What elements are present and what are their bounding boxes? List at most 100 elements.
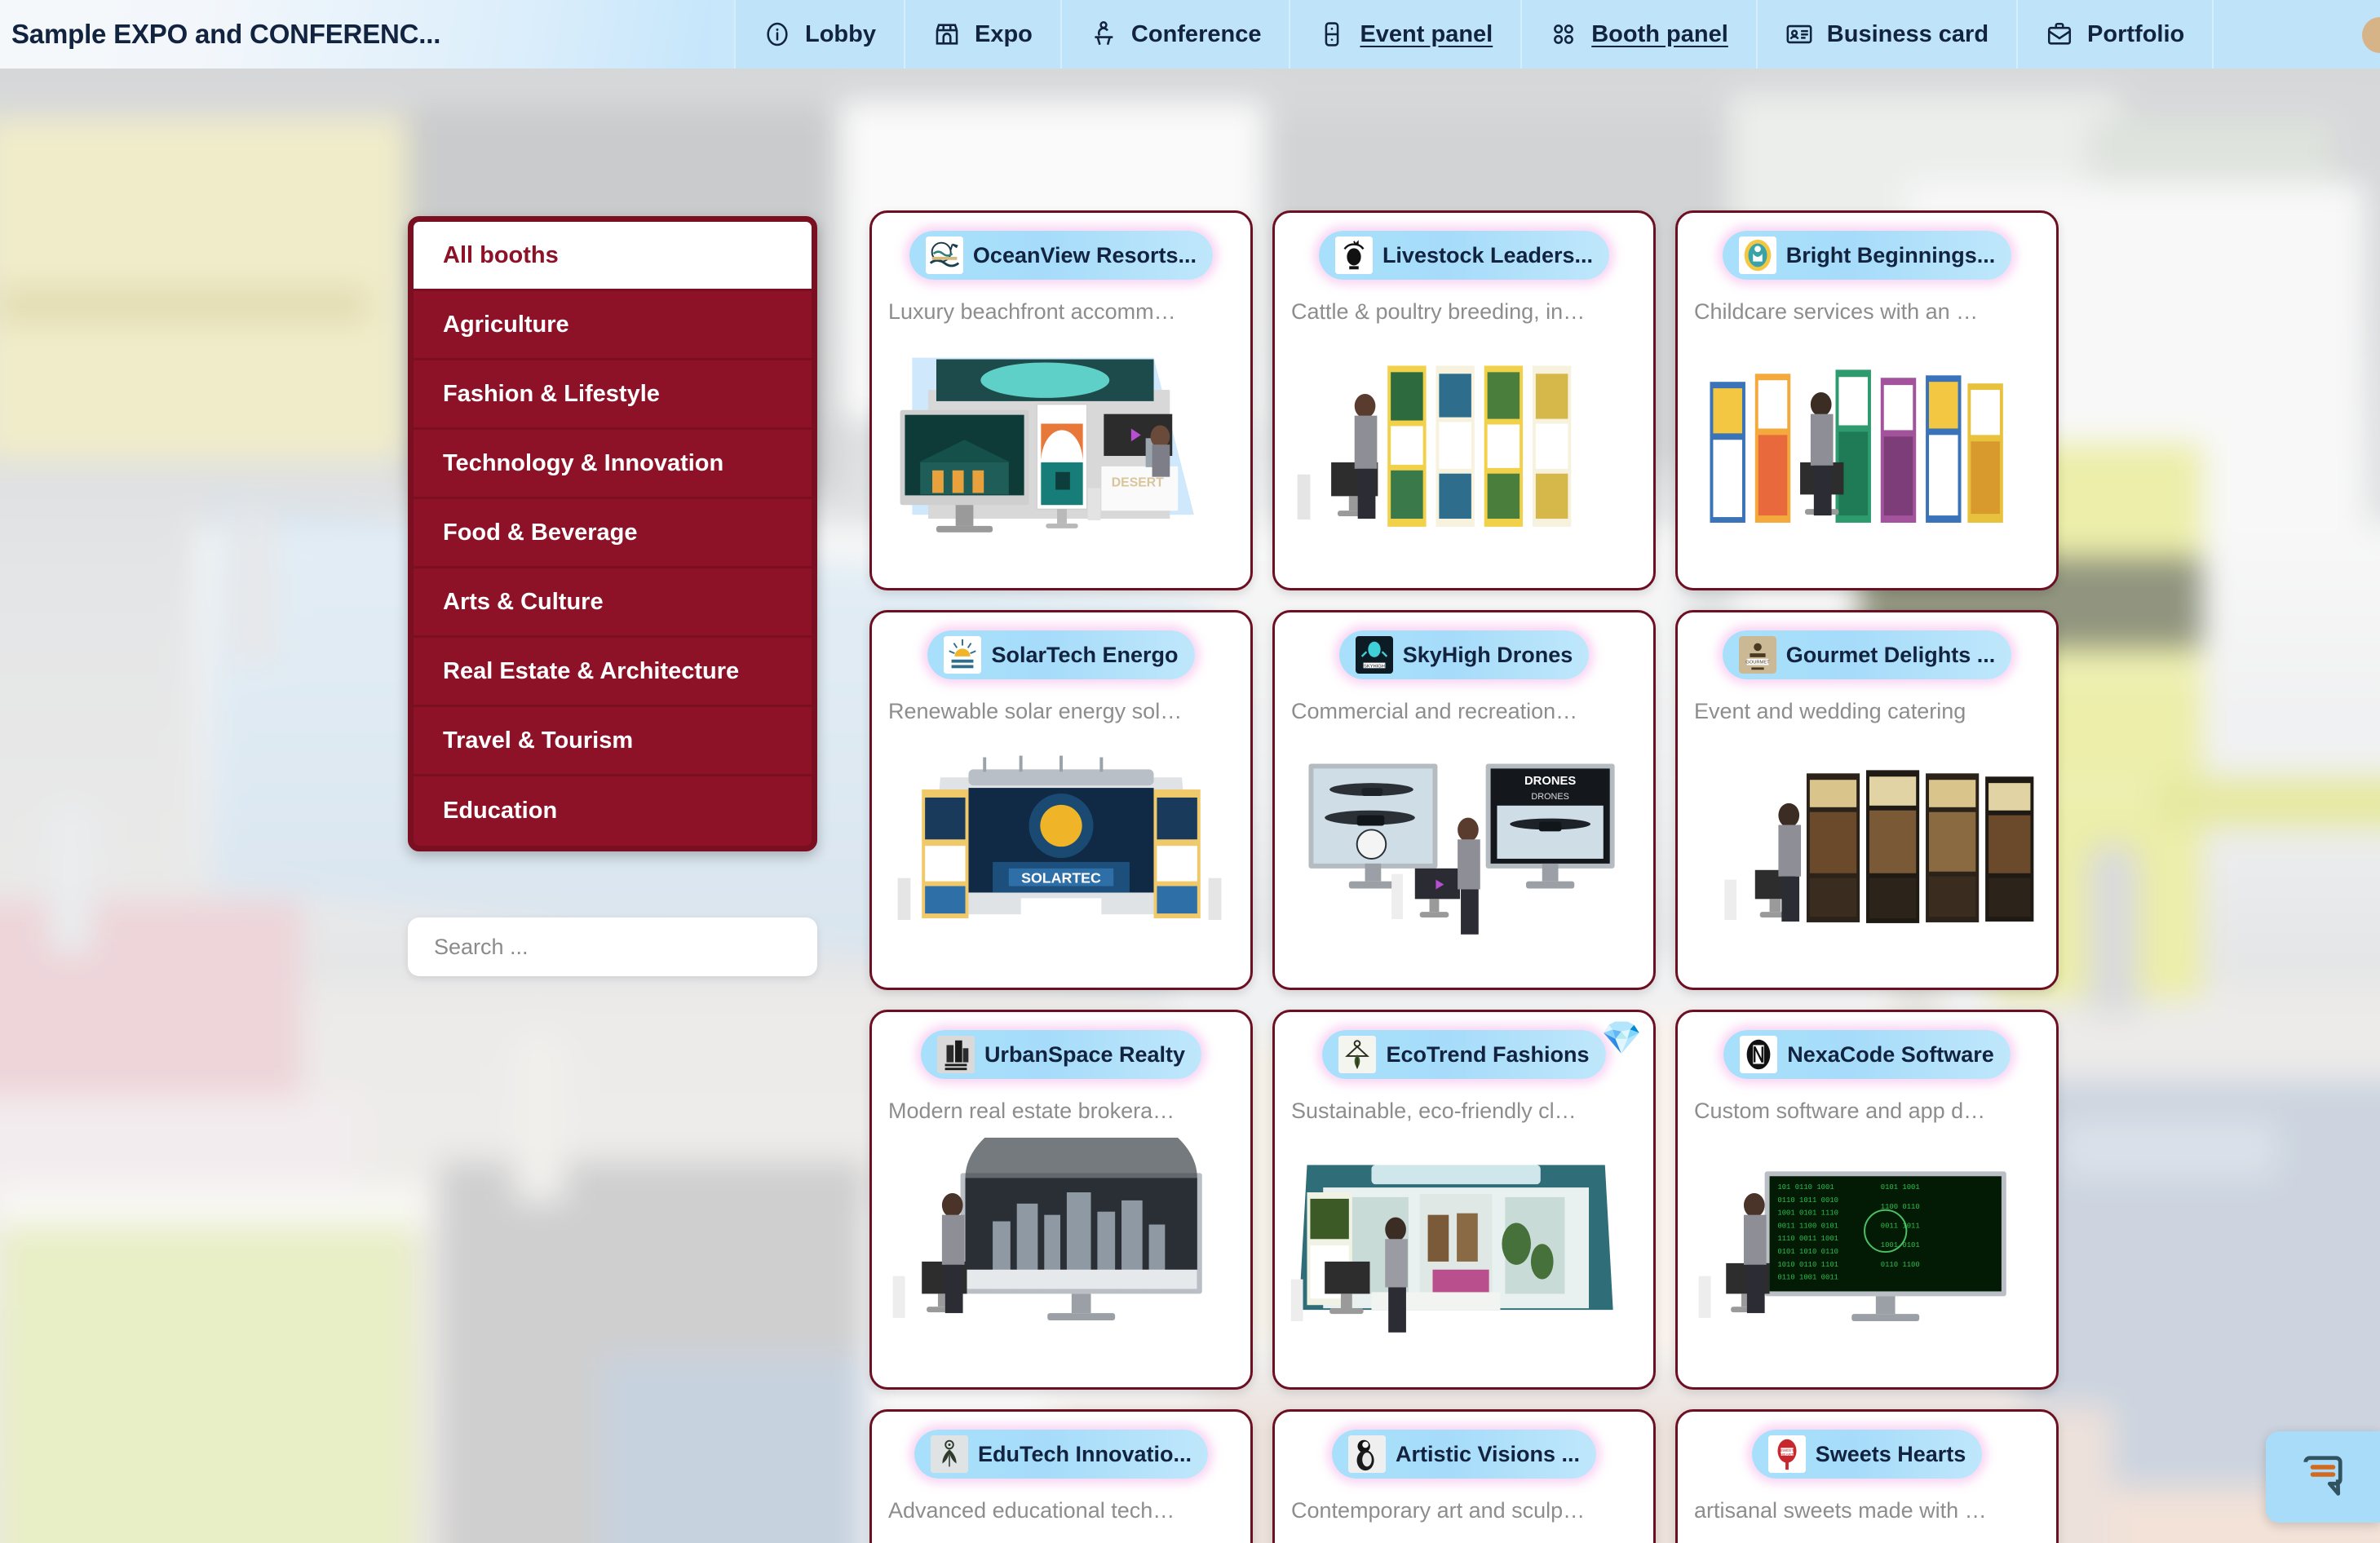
booth-name: Bright Beginnings... [1785,242,1996,267]
booth-description: Childcare services with an … [1694,299,1979,324]
artistic-logo-icon [1347,1435,1386,1473]
svg-text:GOURMET: GOURMET [1745,661,1770,665]
booth-card[interactable]: Bright Beginnings... Childcare services … [1675,210,2059,590]
booth-header: SolarTech Energo [927,630,1195,679]
nav-label: Event panel [1360,20,1493,47]
booth-description: Contemporary art and sculp… [1291,1498,1586,1523]
booth-card[interactable]: EduTech Innovatio... Advanced educationa… [869,1409,1253,1543]
nav-item-event-panel[interactable]: Event panel [1289,0,1521,69]
svg-text:SKYHIGH: SKYHIGH [1364,664,1385,669]
nav-label: Business card [1826,20,1989,47]
nav-item-booth-panel[interactable]: Booth panel [1520,0,1756,69]
booth-header: UrbanSpace Realty [920,1030,1202,1079]
avatar[interactable] [2362,17,2380,53]
category-item-arts-culture[interactable]: Arts & Culture [414,568,812,638]
booth-description: Commercial and recreation… [1291,699,1578,723]
edutech-logo-icon [930,1435,968,1473]
livestock-logo-icon [1334,237,1373,274]
booth-card[interactable]: Artistic Visions ... Contemporary art an… [1272,1409,1656,1543]
category-item-food-beverage[interactable]: Food & Beverage [414,499,812,568]
app-root: Sample EXPO and CONFERENC... Lobby Expo … [0,0,2380,1543]
svg-text:1110 0011 1001: 1110 0011 1001 [1777,1235,1838,1243]
booth-preview-image: SOLARTEC [872,738,1250,983]
category-item-education[interactable]: Education [414,776,812,846]
svg-text:0101 1010 0110: 0101 1010 0110 [1777,1248,1838,1256]
gourmet-logo-icon: GOURMET [1738,636,1776,674]
booth-description: Event and wedding catering [1694,699,1966,723]
booth-preview-image [1275,1138,1653,1382]
sweets-logo-icon: SWEET HEART [1767,1435,1806,1473]
booth-description: Cattle & poultry breeding, in… [1291,299,1586,324]
booth-card[interactable]: 💎 EcoTrend Fashions Sustainable, eco-fri… [1272,1010,1656,1390]
booth-card[interactable]: NexaCode Software Custom software and ap… [1675,1010,2059,1390]
booth-preview-image [1275,1537,1653,1543]
svg-text:0110 1011 0010: 0110 1011 0010 [1777,1196,1838,1205]
nav-label: Booth panel [1591,20,1728,47]
nav-item-lobby[interactable]: Lobby [734,0,904,69]
booth-card[interactable]: GOURMET Gourmet Delights ... Event and w… [1675,610,2059,990]
chat-bubble-icon [2298,1451,2347,1504]
urbanspace-logo-icon [936,1036,975,1073]
nexacode-logo-icon [1740,1036,1778,1073]
booth-header: SKYHIGH SkyHigh Drones [1338,630,1590,679]
booth-preview-image: DESERT [872,338,1250,583]
svg-text:SOLARTEC: SOLARTEC [1021,870,1101,886]
chat-widget-button[interactable] [2266,1431,2380,1523]
booth-preview-image: 101 0110 1001 0110 1011 0010 1001 0101 11… [1678,1138,2056,1382]
storefront-icon [933,20,961,48]
category-item-all-booths[interactable]: All booths [414,222,812,291]
booth-preview-image: DRONES DRONES [1275,738,1653,983]
category-item-agriculture[interactable]: Agriculture [414,291,812,360]
booth-card[interactable]: SolarTech Energo Renewable solar energy … [869,610,1253,990]
category-item-real-estate-architecture[interactable]: Real Estate & Architecture [414,638,812,707]
category-label: All booths [443,241,559,268]
booth-header: SWEET HEART Sweets Hearts [1751,1430,1983,1479]
booth-header: NexaCode Software [1723,1030,2011,1079]
category-label: Arts & Culture [443,588,604,615]
booth-name: SolarTech Energo [991,642,1179,667]
category-item-travel-tourism[interactable]: Travel & Tourism [414,707,812,776]
ecotrend-logo-icon [1338,1036,1377,1073]
nav-spacer [711,0,734,69]
booth-description: Renewable solar energy sol… [888,699,1183,723]
booth-description: artisanal sweets made with … [1694,1498,1987,1523]
booth-card[interactable]: Livestock Leaders... Cattle & poultry br… [1272,210,1656,590]
booth-preview-image [1678,1537,2056,1543]
svg-text:0110 1001 0011: 0110 1001 0011 [1777,1274,1838,1282]
briefcase-icon [2046,20,2073,48]
booth-header: Livestock Leaders... [1318,231,1610,280]
nav-item-business-card[interactable]: Business card [1755,0,2017,69]
booth-preview-image [1275,338,1653,583]
category-item-fashion-lifestyle[interactable]: Fashion & Lifestyle [414,360,812,430]
bright-logo-icon [1738,237,1776,274]
booth-card[interactable]: SWEET HEART Sweets Hearts artisanal sweet… [1675,1409,2059,1543]
booth-header: GOURMET Gourmet Delights ... [1722,630,2012,679]
solartech-logo-icon [944,636,982,674]
booth-description: Sustainable, eco-friendly cl… [1291,1099,1577,1123]
nav-label: Expo [975,20,1033,47]
booth-description: Luxury beachfront accomm… [888,299,1176,324]
svg-text:0011 1011: 0011 1011 [1881,1222,1920,1230]
booth-card[interactable]: OceanView Resorts... Luxury beachfront a… [869,210,1253,590]
info-circle-icon [763,20,791,48]
booth-name: UrbanSpace Realty [984,1041,1186,1067]
id-card-icon [1785,20,1813,48]
booth-name: OceanView Resorts... [972,242,1197,267]
search-input[interactable] [408,917,817,976]
booth-preview-image [872,1138,1250,1382]
nav-label: Portfolio [2087,20,2185,47]
nav-item-conference[interactable]: Conference [1059,0,1290,69]
svg-text:DRONES: DRONES [1524,775,1576,788]
booth-header: EcoTrend Fashions [1322,1030,1606,1079]
premium-diamond-badge: 💎 [1601,1020,1642,1056]
category-item-technology-innovation[interactable]: Technology & Innovation [414,430,812,499]
nav-item-expo[interactable]: Expo [904,0,1060,69]
nav-item-portfolio[interactable]: Portfolio [2016,0,2213,69]
booth-card[interactable]: UrbanSpace Realty Modern real estate bro… [869,1010,1253,1390]
category-label: Real Estate & Architecture [443,657,740,684]
nav-tail [2212,0,2380,69]
booth-card[interactable]: SKYHIGH SkyHigh Drones Commercial and re… [1272,610,1656,990]
svg-text:HEART: HEART [1781,1452,1794,1457]
svg-text:0011 1100 0101: 0011 1100 0101 [1777,1222,1838,1230]
svg-text:DESERT: DESERT [1112,476,1164,490]
